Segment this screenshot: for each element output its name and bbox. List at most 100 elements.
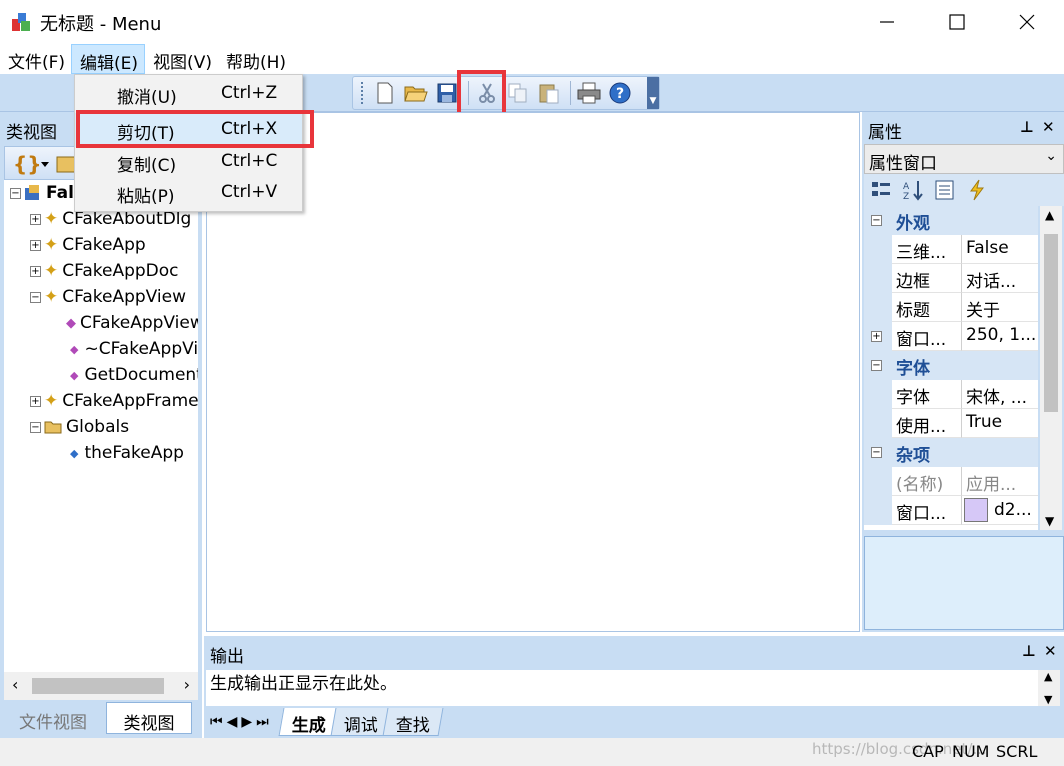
scroll-right-icon[interactable]: ›	[184, 675, 190, 694]
class-icon: ✦	[44, 209, 59, 229]
tree-item[interactable]: ◆ GetDocument	[70, 362, 198, 388]
pin-icon[interactable]: ⊥	[1020, 118, 1034, 136]
property-row[interactable]: 边框 对话...	[864, 264, 1038, 293]
scroll-down-icon[interactable]: ▼	[1045, 514, 1054, 528]
scroll-down-icon[interactable]: ▼	[1044, 693, 1052, 706]
property-name: 使用...	[892, 409, 962, 438]
class-view-toolbar-icons[interactable]: {}	[11, 149, 81, 179]
color-swatch[interactable]	[964, 498, 988, 522]
expand-icon[interactable]: +	[864, 322, 892, 351]
new-button[interactable]	[371, 79, 399, 107]
open-folder-icon	[404, 86, 428, 102]
close-button[interactable]	[992, 0, 1062, 44]
property-description-pane	[864, 536, 1064, 630]
method-icon: ◆	[70, 342, 79, 356]
properties-toolbar: AZ	[864, 174, 1064, 206]
pin-icon[interactable]: ⊥	[1022, 642, 1036, 660]
property-row[interactable]: + 窗口... 250, 1...	[864, 322, 1038, 351]
tree-item[interactable]: − Globals	[30, 414, 129, 440]
scrollbar-thumb[interactable]	[32, 678, 164, 694]
object-combo[interactable]: 属性窗口 ⌄	[864, 144, 1064, 174]
property-row[interactable]: 窗口... d2...	[864, 496, 1038, 525]
toolbar-grip[interactable]	[361, 82, 365, 104]
menu-file[interactable]: 文件(F)	[0, 44, 71, 74]
output-scrollbar[interactable]: ▲ ▼	[1038, 670, 1060, 706]
output-tabs: ⏮◀▶⏭ 生成 调试 查找	[204, 706, 1064, 738]
property-row[interactable]: 标题 关于	[864, 293, 1038, 322]
category-appearance[interactable]: − 外观	[864, 206, 1038, 235]
minimize-button[interactable]	[852, 0, 922, 44]
scroll-left-icon[interactable]: ‹	[12, 675, 18, 694]
toolbar-overflow-button[interactable]: ▼	[647, 77, 659, 109]
categorized-icon[interactable]	[870, 179, 892, 201]
tree-item[interactable]: ◆ theFakeApp	[70, 440, 184, 466]
alphabetical-icon[interactable]: AZ	[902, 179, 924, 201]
help-icon: ?	[609, 82, 631, 104]
panel-close-icon[interactable]: ✕	[1042, 118, 1055, 136]
expand-icon[interactable]: +	[30, 265, 41, 277]
print-button[interactable]	[575, 79, 603, 107]
menu-item-copy[interactable]: 复制(C) Ctrl+C	[75, 145, 302, 179]
collapse-icon[interactable]: −	[864, 351, 892, 380]
output-text[interactable]: 生成输出正显示在此处。	[206, 670, 1038, 706]
help-button[interactable]: ?	[606, 79, 634, 107]
open-button[interactable]	[402, 79, 430, 107]
property-value[interactable]: 宋体, ...	[962, 380, 1038, 409]
category-misc[interactable]: − 杂项	[864, 438, 1038, 467]
property-row[interactable]: 使用... True	[864, 409, 1038, 438]
property-grid-scrollbar[interactable]: ▲ ▼	[1040, 206, 1062, 530]
expand-icon[interactable]: +	[30, 213, 41, 225]
category-font[interactable]: − 字体	[864, 351, 1038, 380]
property-pages-icon[interactable]	[934, 179, 956, 201]
property-value[interactable]: True	[962, 409, 1038, 438]
collapse-icon[interactable]: −	[30, 421, 41, 433]
panel-close-icon[interactable]: ✕	[1044, 642, 1057, 660]
expand-icon[interactable]: +	[30, 239, 41, 251]
property-row[interactable]: 字体 宋体, ...	[864, 380, 1038, 409]
tab-find[interactable]: 查找	[382, 708, 444, 736]
tab-debug[interactable]: 调试	[330, 708, 392, 736]
expand-icon[interactable]: +	[30, 395, 41, 407]
maximize-button[interactable]	[922, 0, 992, 44]
property-value[interactable]: False	[962, 235, 1038, 264]
events-icon[interactable]	[966, 179, 988, 201]
tab-navigation-icons[interactable]: ⏮◀▶⏭	[210, 714, 273, 730]
document-view[interactable]	[206, 112, 860, 632]
menu-item-paste[interactable]: 粘贴(P) Ctrl+V	[75, 176, 302, 210]
property-value[interactable]: d2...	[962, 496, 1038, 525]
class-tree[interactable]: − Fal + ✦ CFakeAboutDlg + ✦ CFakeApp + ✦…	[4, 180, 198, 672]
property-value[interactable]: 关于	[962, 293, 1038, 322]
tree-horizontal-scrollbar[interactable]: ‹ ›	[4, 672, 198, 700]
standard-toolbar: ? ▼	[352, 76, 660, 110]
property-name: 窗口...	[892, 496, 962, 525]
tree-item[interactable]: + ✦ CFakeAppDoc	[30, 258, 179, 284]
collapse-icon[interactable]: −	[30, 291, 41, 303]
menu-help[interactable]: 帮助(H)	[218, 44, 292, 74]
tree-item[interactable]: − ✦ CFakeAppView	[30, 284, 186, 310]
scroll-up-icon[interactable]: ▲	[1045, 208, 1054, 222]
copy-button[interactable]	[504, 79, 532, 107]
paste-button[interactable]	[535, 79, 563, 107]
tree-item[interactable]: ◆ ~CFakeAppView	[70, 336, 198, 362]
scroll-up-icon[interactable]: ▲	[1044, 670, 1052, 683]
collapse-icon[interactable]: −	[10, 187, 21, 199]
tree-root[interactable]: − Fal	[10, 180, 74, 206]
tab-file-view[interactable]: 文件视图	[0, 702, 106, 734]
tree-item[interactable]: ◆ CFakeAppView	[66, 310, 198, 336]
property-row[interactable]: (名称) 应用...	[864, 467, 1038, 496]
menu-view[interactable]: 视图(V)	[145, 44, 218, 74]
collapse-icon[interactable]: −	[864, 438, 892, 467]
tab-build[interactable]: 生成	[278, 708, 340, 736]
tree-item[interactable]: + ✦ CFakeAppFrame	[30, 388, 198, 414]
property-row[interactable]: 三维... False	[864, 235, 1038, 264]
tab-class-view[interactable]: 类视图	[106, 702, 192, 734]
scrollbar-thumb[interactable]	[1044, 234, 1058, 412]
property-value[interactable]: 对话...	[962, 264, 1038, 293]
property-value[interactable]: 应用...	[962, 467, 1038, 496]
menu-item-undo[interactable]: 撤消(U) Ctrl+Z	[75, 77, 302, 111]
property-grid[interactable]: − 外观 三维... False 边框 对话... 标题 关于 + 窗口... …	[864, 206, 1038, 530]
property-value[interactable]: 250, 1...	[962, 322, 1038, 351]
menu-edit[interactable]: 编辑(E)	[71, 44, 146, 74]
tree-item[interactable]: + ✦ CFakeApp	[30, 232, 146, 258]
collapse-icon[interactable]: −	[864, 206, 892, 235]
